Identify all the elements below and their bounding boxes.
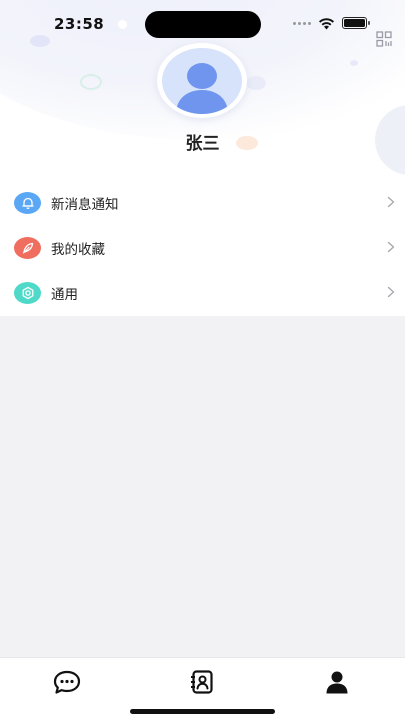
menu-item-favorites[interactable]: 我的收藏 — [0, 225, 405, 270]
decoration-dot — [30, 35, 50, 47]
chat-bubble-icon — [53, 670, 81, 694]
decoration-dot — [350, 60, 358, 66]
tab-profile[interactable] — [322, 668, 352, 696]
menu-item-general[interactable]: 通用 — [0, 270, 405, 315]
chevron-right-icon — [387, 286, 395, 298]
feather-icon — [14, 236, 41, 259]
wifi-icon — [319, 17, 334, 29]
menu-item-label: 新消息通知 — [51, 196, 119, 213]
status-time: 23:58 — [54, 15, 105, 33]
menu-item-notifications[interactable]: 新消息通知 — [0, 180, 405, 225]
avatar[interactable] — [162, 48, 242, 114]
profile-screen: 23:58 张三 新消息通知 我的收藏 通用 — [0, 0, 405, 720]
tab-contacts[interactable] — [187, 668, 217, 696]
settings-menu: 新消息通知 我的收藏 通用 — [0, 180, 405, 316]
status-indicators — [293, 14, 370, 32]
menu-item-label: 通用 — [51, 286, 78, 303]
chevron-right-icon — [387, 196, 395, 208]
battery-icon — [342, 17, 370, 29]
default-user-icon — [176, 63, 228, 114]
decoration-dot — [118, 20, 127, 29]
qr-grid-icon[interactable] — [376, 31, 392, 47]
tab-messages[interactable] — [52, 668, 82, 696]
chevron-right-icon — [387, 241, 395, 253]
profile-header: 23:58 张三 — [0, 0, 405, 180]
contacts-book-icon — [191, 670, 213, 694]
cellular-signal-icon — [293, 21, 311, 25]
dynamic-island — [145, 11, 261, 38]
bell-icon — [14, 191, 41, 214]
decoration-dot — [246, 76, 266, 90]
settings-icon — [14, 281, 41, 304]
user-name: 张三 — [185, 134, 220, 154]
home-indicator[interactable] — [130, 709, 275, 714]
decoration-ring — [80, 74, 102, 90]
person-icon — [326, 671, 348, 694]
menu-item-label: 我的收藏 — [51, 241, 105, 258]
